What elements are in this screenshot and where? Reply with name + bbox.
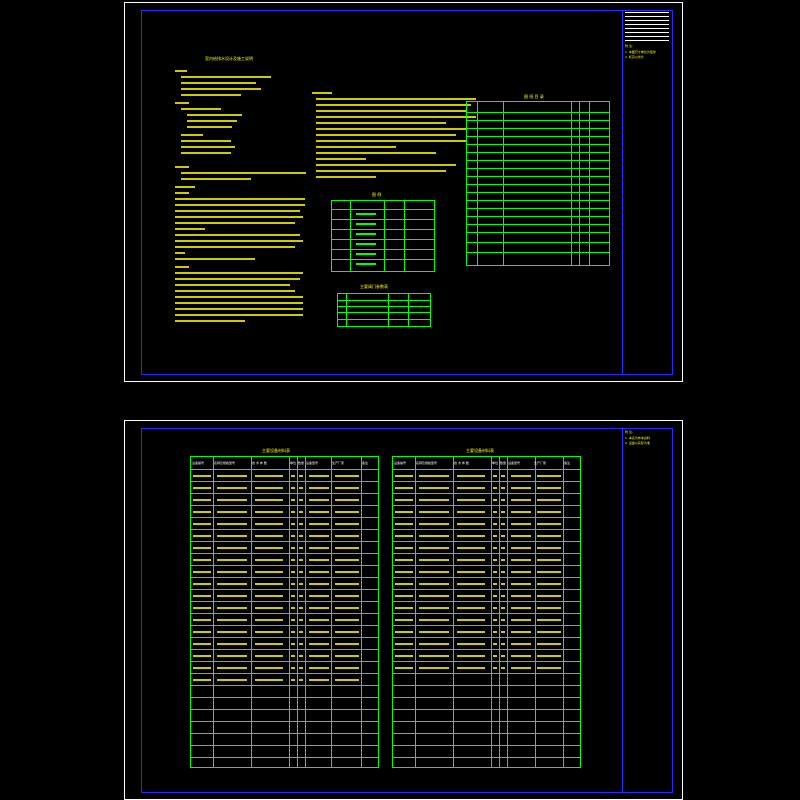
equipment-table-left: 设备编号 名称及规格型号 技 术 参 数 单位 数量 设备型号 生产厂家 备注 [190, 456, 379, 768]
sheet-2-notes-text: 1. 本表为参考资料 2. 设备以实际为准 [625, 436, 650, 445]
table-header-cell: 技 术 参 数 [454, 461, 469, 465]
valves-title: 主要阀门参数表 [360, 284, 388, 289]
table-header-cell: 生产厂家 [332, 461, 345, 465]
table-header-cell: 设备编号 [192, 461, 205, 465]
design-notes-left [175, 70, 315, 330]
table-header-cell: 数量 [298, 461, 304, 465]
sheet-1-notes-text: 1. 本图尺寸单位为毫米 2. 标高以米计 [625, 50, 656, 59]
right-table-title: 主要设备材料表 [466, 448, 494, 453]
legend-title: 图 例 [372, 192, 382, 197]
table-header-cell: 备注 [362, 461, 369, 465]
drawing-list-table [466, 101, 610, 266]
notes-title: 室内给排水设计及施工说明 [205, 56, 253, 61]
table-header-cell: 生产厂家 [534, 461, 547, 465]
sheet-2-title-block: 附 注: 1. 本表为参考资料 2. 设备以实际为准 [622, 428, 671, 792]
table-header-cell: 设备型号 [508, 461, 521, 465]
table-header-cell: 单位 [290, 461, 296, 465]
table-header-cell: 名称及规格型号 [214, 461, 236, 465]
table-header-cell: 单位 [492, 461, 498, 465]
legend-table [331, 200, 435, 272]
design-notes-right [312, 92, 477, 187]
table-header-cell: 技 术 参 数 [252, 461, 267, 465]
sheet-2-notes-label: 附 注: [625, 430, 633, 434]
left-table-title: 主要设备材料表 [262, 448, 290, 453]
table-header-cell: 设备编号 [394, 461, 407, 465]
table-header-cell: 名称及规格型号 [416, 461, 438, 465]
table-header-cell: 备注 [564, 461, 571, 465]
drawing-list-title: 图 纸 目 录 [524, 94, 544, 99]
table-header-cell: 数量 [500, 461, 506, 465]
valves-table [337, 293, 431, 327]
equipment-table-right: 设备编号 名称及规格型号 技 术 参 数 单位 数量 设备型号 生产厂家 备注 [392, 456, 581, 768]
sheet-1-title-block: 附 注: 1. 本图尺寸单位为毫米 2. 标高以米计 [622, 10, 671, 374]
table-header-cell: 设备型号 [306, 461, 319, 465]
sheet-1-notes-label: 附 注: [625, 44, 633, 48]
